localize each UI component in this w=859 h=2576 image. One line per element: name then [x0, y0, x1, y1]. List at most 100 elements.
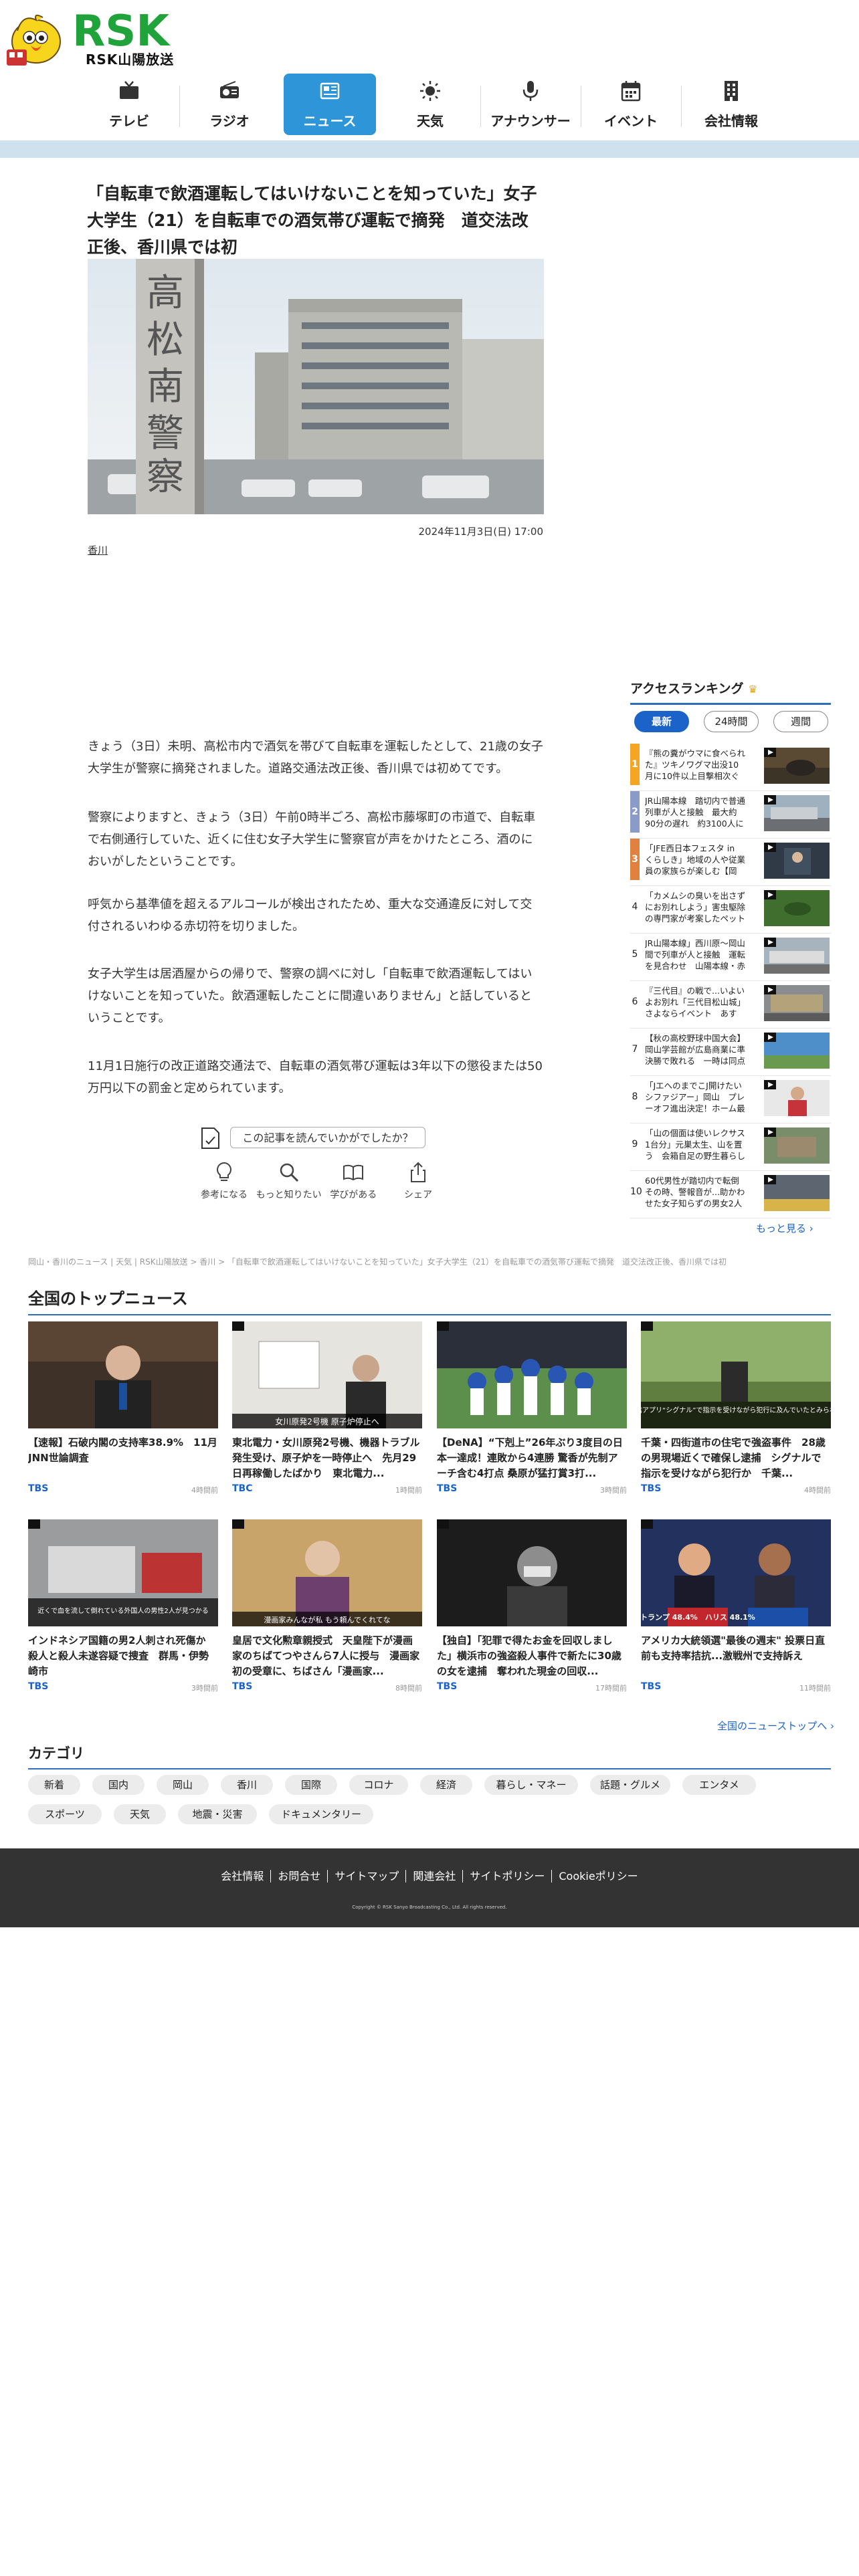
- ranking-item[interactable]: 3 「JFE西日本フェスタ in くらしき」地域の人や従業員の家族らが楽しむ【岡…: [630, 839, 831, 886]
- play-icon: [764, 1033, 776, 1042]
- news-card[interactable]: 【独自】「犯罪で得たお金を回収しました」横浜市の強盗殺人事件で新たに30歳の女を…: [437, 1519, 627, 1693]
- news-source: TBS: [232, 1681, 253, 1692]
- ranking-more-link[interactable]: もっと見る ›: [756, 1221, 814, 1235]
- nav-event[interactable]: イベント: [581, 74, 681, 135]
- ranking-thumbnail: [764, 748, 830, 784]
- news-card[interactable]: 【DeNA】“下剋上”26年ぶり3度目の日本一達成！連敗から4連勝 驚香が先制ア…: [437, 1321, 627, 1495]
- news-card[interactable]: 近くで血を流して倒れている外国人の男性2人が見つかる インドネシア国籍の男2人刺…: [28, 1519, 218, 1693]
- svg-text:高: 高: [147, 272, 184, 315]
- ranking-item[interactable]: 9 「山の個面は使いレクサス1台分」元巣太生、山を置う 会箱自足の野生暮らしを密…: [630, 1123, 831, 1171]
- category-chip[interactable]: 天気: [114, 1804, 166, 1824]
- news-time: 3時間前: [600, 1486, 627, 1495]
- breadcrumb[interactable]: 岡山・香川のニュース | 天気 | RSK山陽放送 > 香川 > 「自転車で飲酒…: [28, 1256, 831, 1267]
- ranking-thumbnail: [764, 1033, 830, 1069]
- news-source: TBS: [641, 1483, 662, 1494]
- ranking-item[interactable]: 4 「カメムシの臭いを出さずにお別れしよう」害虫駆除の専門家が考案したペットボト…: [630, 886, 831, 934]
- nav-news[interactable]: ニュース: [284, 74, 376, 135]
- footer-link-site-policy[interactable]: サイトポリシー: [462, 1870, 552, 1883]
- weather-icon: [420, 81, 440, 101]
- category-chip[interactable]: 国際: [285, 1775, 337, 1795]
- news-time: 4時間前: [804, 1486, 831, 1495]
- ranking-item-text: 「JエへのまでこJ開けたいシファジアー」岡山 プレーオフ進出決定！ホーム最終戦で…: [645, 1081, 745, 1113]
- nav-weather[interactable]: 天気: [380, 74, 480, 135]
- ranking-item[interactable]: 8 「JエへのまでこJ開けたいシファジアー」岡山 プレーオフ進出決定！ホーム最終…: [630, 1076, 831, 1123]
- category-chip[interactable]: 経済: [420, 1775, 472, 1795]
- national-news-more-link[interactable]: 全国のニューストップへ ›: [717, 1719, 834, 1733]
- main-nav: テレビ ラジオ ニュース 天気 アナウンサー イベント 会社情報: [79, 74, 781, 135]
- share-button[interactable]: シェア: [388, 1161, 448, 1208]
- category-chip[interactable]: スポーツ: [28, 1804, 102, 1824]
- play-icon: [764, 1128, 776, 1137]
- news-card[interactable]: 女川原発2号機 原子炉停止へ 東北電力・女川原発2号機、機器トラブル発生受け、原…: [232, 1321, 422, 1495]
- learned-button[interactable]: 学びがある: [323, 1161, 383, 1208]
- rank-number: 6: [632, 996, 638, 1007]
- news-source: TBS: [28, 1681, 49, 1692]
- rank-number: 8: [632, 1091, 638, 1102]
- category-chip[interactable]: 国内: [92, 1775, 145, 1795]
- nav-tv[interactable]: テレビ: [79, 74, 179, 135]
- footer-link-cookie-policy[interactable]: Cookieポリシー: [551, 1870, 645, 1883]
- play-icon: [764, 795, 776, 804]
- article-date: 2024年11月3日(日) 17:00: [418, 526, 543, 538]
- news-card[interactable]: 【速報】石破内閣の支持率38.9% 11月JNN世論調査 TBS 4時間前: [28, 1321, 218, 1495]
- category-chip[interactable]: コロナ: [349, 1775, 408, 1795]
- footer-link-contact[interactable]: お問合せ: [270, 1870, 328, 1883]
- ranking-tab-latest[interactable]: 最新: [634, 711, 689, 732]
- category-chip[interactable]: 暮らし・マネー: [484, 1775, 578, 1795]
- article-paragraph: きょう（3日）未明、高松市内で酒気を帯びて自転車を運転したとして、21歳の女子大…: [88, 740, 543, 776]
- news-card[interactable]: 漫画家みんなが私 もう頼んでくれてな 皇居で文化勲章親授式 天皇陛下が漫画家のち…: [232, 1519, 422, 1693]
- rank-number: 10: [630, 1186, 642, 1197]
- category-chip[interactable]: 岡山: [157, 1775, 209, 1795]
- ranking-tab-24h[interactable]: 24時間: [704, 711, 759, 732]
- article-paragraph: 呼気から基準値を超えるアルコールが検出されたため、重大な交通違反に対して交付され…: [88, 897, 533, 934]
- site-logo[interactable]: RSK RSK山陽放送: [0, 0, 194, 74]
- want-more-button[interactable]: もっと知りたい: [256, 1161, 322, 1208]
- radio-icon: [220, 81, 239, 98]
- news-time: 4時間前: [191, 1486, 218, 1495]
- play-icon: [764, 1080, 776, 1089]
- news-card[interactable]: 通信アプリ“シグナル”で指示を受けながら犯行に及んでいたとみられる 千葉・四街道…: [641, 1321, 831, 1495]
- footer-link-affiliates[interactable]: 関連会社: [405, 1870, 463, 1883]
- category-chip[interactable]: ドキュメンタリー: [269, 1804, 373, 1824]
- footer-link-company[interactable]: 会社情報: [214, 1870, 270, 1883]
- news-card[interactable]: トランプ 48.4% ハリス 48.1% アメリカ大統領選"最後の週末" 投票日…: [641, 1519, 831, 1693]
- play-icon: [764, 843, 776, 852]
- ranking-item[interactable]: 1 『熊の糞がウマに食べられた』ツキノワグマ出没10月に10件以上目撃相次ぐ 人…: [630, 744, 831, 791]
- ranking-item[interactable]: 5 JR山陽本線」西川原〜岡山間で列車が人と接触 運転を見合わせ 山陽本線・赤穂…: [630, 934, 831, 981]
- ranking-tabs: 最新 24時間 週間: [634, 711, 828, 732]
- nav-radio[interactable]: ラジオ: [179, 74, 280, 135]
- news-source: TBS: [641, 1681, 662, 1692]
- category-chip[interactable]: 地震・災害: [178, 1804, 257, 1824]
- category-title: カテゴリ: [28, 1743, 831, 1769]
- news-thumbnail-caption: 女川原発2号機 原子炉停止へ: [275, 1416, 379, 1426]
- play-icon: [764, 985, 776, 994]
- category-chip[interactable]: エンタメ: [682, 1775, 756, 1795]
- play-icon: [764, 1175, 776, 1184]
- article-tag-link[interactable]: 香川: [88, 543, 108, 557]
- category-chip[interactable]: 話題・グルメ: [590, 1775, 670, 1795]
- nav-label: アナウンサー: [490, 113, 571, 129]
- category-chip[interactable]: 新着: [28, 1775, 80, 1795]
- svg-text:松: 松: [147, 318, 184, 362]
- ranking-item-text: JR山陽本線」西川原〜岡山間で列車が人と接触 運転を見合わせ 山陽本線・赤穂線.…: [645, 938, 745, 971]
- chevron-right-icon: ›: [809, 1222, 814, 1235]
- document-icon: [201, 1128, 219, 1149]
- site-header: RSK RSK山陽放送 テレビ ラジオ ニュース 天気 アナウンサー イベント: [0, 0, 859, 140]
- ranking-item-text: 「カメムシの臭いを出さずにお別れしよう」害虫駆除の専門家が考案したペットボトル.…: [645, 891, 745, 924]
- ranking-tab-weekly[interactable]: 週間: [773, 711, 828, 732]
- helpful-button[interactable]: 参考になる: [194, 1161, 254, 1208]
- ranking-title: アクセスランキング ♛: [630, 679, 831, 705]
- nav-announcer[interactable]: アナウンサー: [480, 74, 581, 135]
- ranking-item[interactable]: 2 JR山陽本線 踏切内で普通列車が人と接触 最大約90分の遅れ 約3100人に…: [630, 791, 831, 839]
- play-icon: [764, 938, 776, 947]
- calendar-icon: [621, 81, 641, 102]
- footer-link-sitemap[interactable]: サイトマップ: [327, 1870, 406, 1883]
- category-chip[interactable]: 香川: [221, 1775, 273, 1795]
- ranking-item[interactable]: 10 60代男性が踏切内で転倒 その時、警報音が...助かわせた女子知らずの男女…: [630, 1171, 831, 1218]
- news-card-title: 東北電力・女川原発2号機、機器トラブル発生受け、原子炉を一時停止へ 先月29日再…: [232, 1436, 420, 1479]
- nav-company[interactable]: 会社情報: [681, 74, 781, 135]
- news-card-title: 【DeNA】“下剋上”26年ぶり3度目の日本一達成！連敗から4連勝 驚香が先制ア…: [437, 1436, 623, 1479]
- ranking-thumbnail: [764, 1175, 830, 1211]
- ranking-item[interactable]: 6 『三代目』の戦で...いよいよお別れ「三代目松山城」さよならイベント あす（…: [630, 981, 831, 1029]
- ranking-item[interactable]: 7 【秋の高校野球中国大会】岡山学芸館が広島商業に準決勝で敗れる 一時は同点に追…: [630, 1029, 831, 1076]
